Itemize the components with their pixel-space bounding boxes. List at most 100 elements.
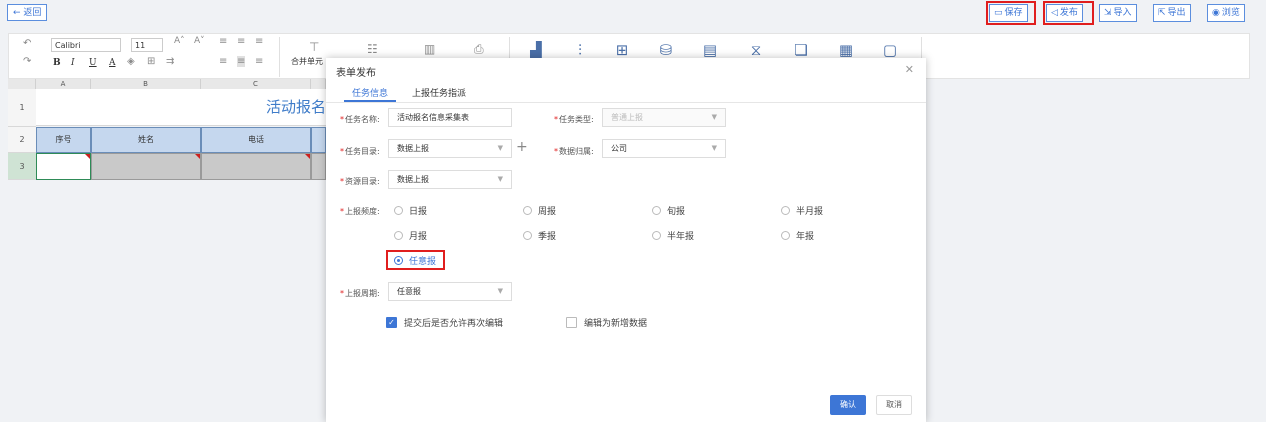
- data-cell-b3[interactable]: [91, 153, 201, 180]
- confirm-button[interactable]: 确认: [830, 395, 866, 415]
- font-name-select[interactable]: Calibri: [51, 38, 121, 52]
- chevron-down-icon: ▼: [497, 287, 503, 295]
- publish-dialog: 表单发布 ✕ 任务信息 上报任务指派 *任务名称: 活动报名信息采集表 *任务类…: [326, 58, 926, 422]
- font-size-select[interactable]: 11: [131, 38, 163, 52]
- align-right-icon[interactable]: ≡: [255, 36, 263, 47]
- row-header-1[interactable]: 1: [8, 89, 36, 127]
- comment-marker: [195, 154, 200, 159]
- dialog-title: 表单发布: [336, 68, 376, 79]
- radio-yearly[interactable]: 年报: [781, 229, 814, 242]
- chevron-down-icon: ▼: [497, 144, 503, 152]
- chevron-down-icon: ▼: [497, 175, 503, 183]
- data-cell-d3[interactable]: [311, 153, 326, 180]
- resource-dir-label: *资源目录:: [340, 177, 380, 186]
- check-icon: ✓: [386, 317, 397, 328]
- sheet-title-cell[interactable]: 活动报名: [36, 89, 326, 126]
- import-label: 导入: [1113, 8, 1132, 18]
- font-grow-icon[interactable]: A˄: [174, 36, 185, 46]
- align-center-icon[interactable]: ≡: [237, 36, 245, 47]
- eye-icon: ◉: [1212, 8, 1220, 18]
- tab-task-assign[interactable]: 上报任务指派: [412, 86, 466, 99]
- top-toolbar: ← 返回 ▭ 保存 ◁ 发布 ⇲ 导入 ⇱ 导出 ◉ 浏览: [0, 0, 1266, 28]
- row-header-3[interactable]: 3: [8, 153, 36, 180]
- add-icon[interactable]: +: [516, 139, 528, 155]
- import-button[interactable]: ⇲ 导入: [1099, 4, 1137, 22]
- export-button[interactable]: ⇱ 导出: [1153, 4, 1191, 22]
- period-select[interactable]: 任意报 ▼: [388, 282, 512, 301]
- merge-cells-label[interactable]: 合并单元: [291, 56, 323, 67]
- radio-ten-day[interactable]: 旬报: [652, 204, 685, 217]
- cancel-button[interactable]: 取消: [876, 395, 912, 415]
- column-header-b[interactable]: B: [91, 79, 201, 89]
- chart-icon[interactable]: ▟: [527, 41, 545, 59]
- ribbon-icon-1[interactable]: ☷: [367, 42, 378, 56]
- header-cell-index[interactable]: 序号: [36, 127, 91, 153]
- font-color-icon[interactable]: A: [109, 58, 116, 68]
- align-left-icon[interactable]: ≡: [219, 36, 227, 47]
- chevron-down-icon: ▼: [711, 113, 717, 121]
- preview-button[interactable]: ◉ 浏览: [1207, 4, 1245, 22]
- header-cell-extra[interactable]: [311, 127, 326, 153]
- radio-half-year[interactable]: 半年报: [652, 229, 694, 242]
- import-icon: ⇲: [1104, 8, 1112, 18]
- wrap-icon[interactable]: ⇉: [166, 56, 174, 67]
- header-cell-name[interactable]: 姓名: [91, 127, 201, 153]
- preview-label: 浏览: [1221, 8, 1240, 18]
- column-header-d[interactable]: [311, 79, 326, 89]
- close-icon[interactable]: ✕: [905, 63, 914, 76]
- filter-icon[interactable]: ⧖: [747, 41, 765, 59]
- radio-daily[interactable]: 日报: [394, 204, 427, 217]
- resource-dir-select[interactable]: 数据上报 ▼: [388, 170, 512, 189]
- merge-cells-icon[interactable]: ⊤: [309, 40, 319, 54]
- ribbon-icon-2[interactable]: ▥: [424, 42, 435, 56]
- radio-monthly[interactable]: 月报: [394, 229, 427, 242]
- sheet-icon[interactable]: ▦: [837, 41, 855, 59]
- border-icon[interactable]: ⊞: [147, 56, 155, 67]
- radio-quarterly[interactable]: 季报: [523, 229, 556, 242]
- table-icon[interactable]: ▤: [701, 41, 719, 59]
- form-check-icon[interactable]: ▢: [881, 41, 899, 59]
- valign-bottom-icon[interactable]: ≡: [255, 56, 263, 67]
- task-dir-label: *任务目录:: [340, 147, 380, 156]
- export-icon: ⇱: [1158, 8, 1166, 18]
- task-name-input[interactable]: 活动报名信息采集表: [388, 108, 512, 127]
- task-type-label: *任务类型:: [554, 115, 594, 124]
- row-header-2[interactable]: 2: [8, 127, 36, 153]
- new-data-checkbox[interactable]: 编辑为新增数据: [566, 316, 647, 329]
- data-owner-label: *数据归属:: [554, 147, 594, 156]
- export-label: 导出: [1167, 8, 1186, 18]
- column-header-a[interactable]: A: [36, 79, 91, 89]
- data-cell-c3[interactable]: [201, 153, 311, 180]
- database-icon[interactable]: ⛁: [657, 41, 675, 59]
- redo-icon[interactable]: ↷: [23, 56, 31, 67]
- tab-task-info[interactable]: 任务信息: [352, 86, 388, 99]
- column-header-c[interactable]: C: [201, 79, 311, 89]
- header-cell-phone[interactable]: 电话: [201, 127, 311, 153]
- underline-icon[interactable]: U: [89, 58, 97, 68]
- grid-icon[interactable]: ⊞: [613, 41, 631, 59]
- back-button[interactable]: ← 返回: [7, 4, 48, 21]
- font-shrink-icon[interactable]: A˅: [194, 36, 205, 46]
- radio-half-month[interactable]: 半月报: [781, 204, 823, 217]
- corner-header[interactable]: [8, 79, 36, 89]
- fill-color-icon[interactable]: ◈: [127, 56, 135, 67]
- task-dir-select[interactable]: 数据上报 ▼: [388, 139, 512, 158]
- highlight-any-time: [386, 250, 445, 270]
- book-icon[interactable]: ❏: [792, 41, 810, 59]
- valign-middle-icon[interactable]: ≡: [237, 56, 246, 67]
- highlight-save: [986, 1, 1036, 25]
- freq-label: *上报频度:: [340, 207, 380, 216]
- task-type-select[interactable]: 普通上报 ▼: [602, 108, 726, 127]
- ribbon-icon-3[interactable]: ⎙: [474, 42, 484, 57]
- allow-edit-checkbox[interactable]: ✓ 提交后是否允许再次编辑: [386, 316, 503, 329]
- period-label: *上报周期:: [340, 289, 380, 298]
- radio-weekly[interactable]: 周报: [523, 204, 556, 217]
- data-cell-a3[interactable]: [36, 153, 91, 180]
- italic-icon[interactable]: I: [71, 58, 75, 68]
- data-owner-select[interactable]: 公司 ▼: [602, 139, 726, 158]
- bold-icon[interactable]: B: [53, 58, 61, 68]
- undo-icon[interactable]: ↶: [23, 38, 31, 49]
- bar-chart-icon[interactable]: ⫶: [571, 41, 589, 59]
- valign-top-icon[interactable]: ≡: [219, 56, 227, 67]
- comment-marker: [85, 154, 90, 159]
